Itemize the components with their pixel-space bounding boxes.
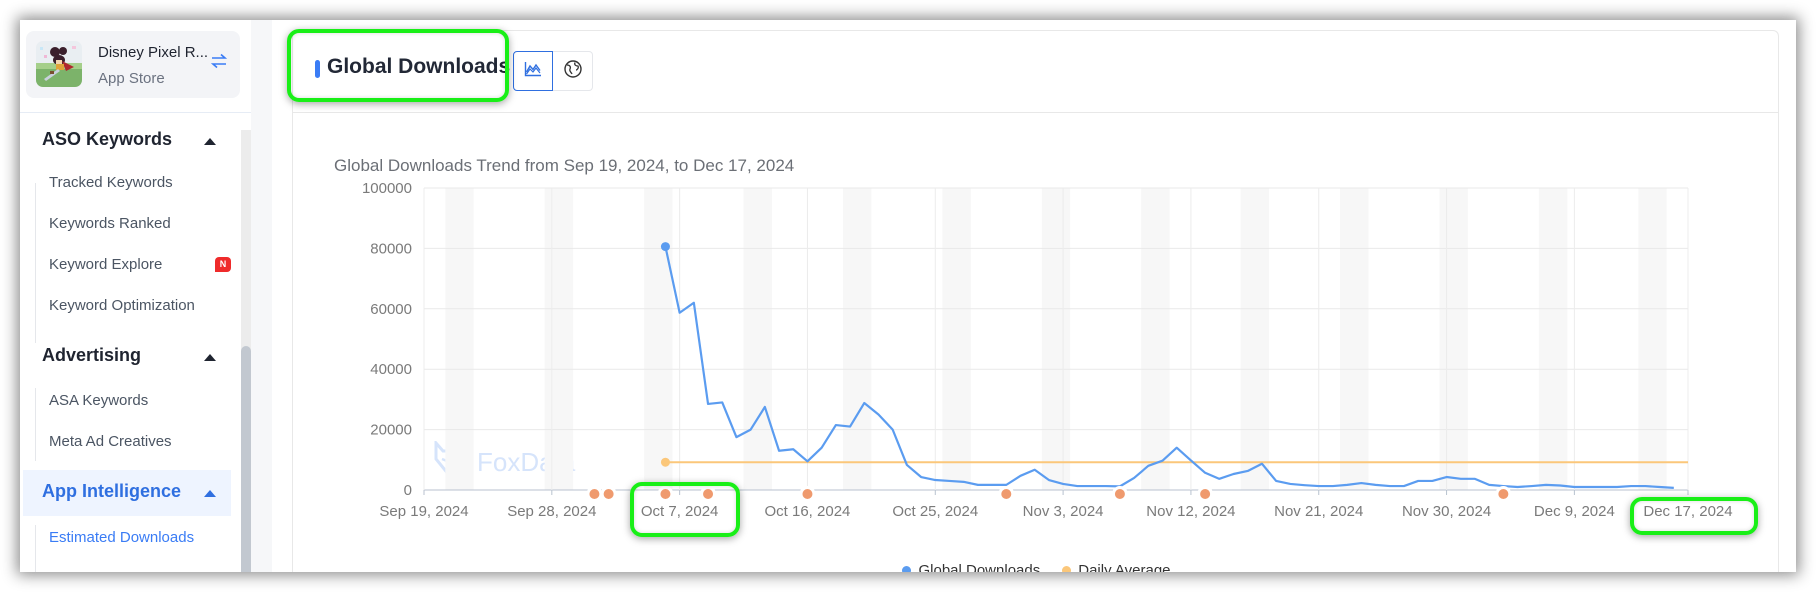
event-marker[interactable] <box>700 486 717 502</box>
weekend-band <box>1240 188 1270 490</box>
event-marker[interactable] <box>600 486 617 502</box>
weekend-band <box>1538 188 1568 490</box>
global-downloads-start-point <box>660 242 670 252</box>
weekend-band <box>1638 188 1667 490</box>
app-icon <box>36 41 82 87</box>
chart-legend: Global Downloads Daily Average <box>293 562 1780 572</box>
caret-up-icon[interactable] <box>204 490 216 497</box>
sidebar-item-tracked-keywords[interactable]: Tracked Keywords <box>49 174 173 191</box>
sidebar-item-meta-ad-creatives[interactable]: Meta Ad Creatives <box>49 433 172 450</box>
x-tick-label: Sep 28, 2024 <box>507 503 596 520</box>
menu-tree-line <box>35 183 36 343</box>
content-gutter <box>251 20 272 572</box>
event-marker[interactable] <box>586 486 603 502</box>
app-selector[interactable]: Disney Pixel R... App Store <box>26 31 240 98</box>
event-marker[interactable] <box>1197 486 1214 502</box>
weekend-band <box>1340 188 1369 490</box>
x-tick-label: Oct 7, 2024 <box>641 503 719 520</box>
x-tick-label: Nov 12, 2024 <box>1146 503 1235 520</box>
y-tick-label: 100000 <box>362 180 412 197</box>
sidebar-item-keyword-optimization[interactable]: Keyword Optimization <box>49 297 195 314</box>
daily-average-start-point <box>660 457 670 467</box>
x-tick-label: Nov 21, 2024 <box>1274 503 1363 520</box>
x-tick-label: Nov 3, 2024 <box>1023 503 1104 520</box>
event-marker[interactable] <box>998 486 1015 502</box>
app-name: Disney Pixel R... <box>98 44 209 61</box>
sidebar-item-asa-keywords[interactable]: ASA Keywords <box>49 392 148 409</box>
menu-section-advertising[interactable]: Advertising <box>42 345 141 366</box>
sidebar-item-keyword-explore[interactable]: Keyword Explore <box>49 256 162 273</box>
menu-section-aso-keywords[interactable]: ASO Keywords <box>42 129 172 150</box>
x-tick-label: Oct 25, 2024 <box>892 503 978 520</box>
weekend-band <box>743 188 772 490</box>
legend-label: Daily Average <box>1078 562 1171 572</box>
downloads-chart[interactable]: 0 20000 40000 60000 80000 100000 Sep 19, 2024 S… <box>293 31 1780 571</box>
x-tick-label: Dec 9, 2024 <box>1534 503 1615 520</box>
new-badge: N <box>215 257 231 272</box>
y-tick-label: 80000 <box>370 240 412 257</box>
legend-item-daily-average[interactable]: Daily Average <box>1062 562 1171 572</box>
sidebar-scrollbar-thumb[interactable] <box>241 346 251 572</box>
app-window: Disney Pixel R... App Store ASO Keywords… <box>20 20 1796 572</box>
legend-label: Global Downloads <box>918 562 1041 572</box>
event-marker[interactable] <box>657 486 674 502</box>
y-tick-label: 40000 <box>370 361 412 378</box>
event-marker[interactable] <box>1111 486 1128 502</box>
weekend-band <box>1439 188 1468 490</box>
y-tick-label: 0 <box>404 482 412 499</box>
sidebar-item-keywords-ranked[interactable]: Keywords Ranked <box>49 215 171 232</box>
event-marker[interactable] <box>1495 486 1512 502</box>
x-tick-label: Dec 17, 2024 <box>1643 503 1732 520</box>
weekend-band <box>942 188 971 490</box>
weekend-band <box>842 188 872 490</box>
caret-up-icon[interactable] <box>204 138 216 145</box>
menu-tree-line <box>35 525 36 572</box>
caret-up-icon[interactable] <box>204 354 216 361</box>
y-tick-label: 20000 <box>370 422 412 439</box>
weekend-band <box>1141 188 1170 490</box>
legend-dot-icon <box>902 566 912 572</box>
weekend-band <box>1041 188 1071 490</box>
menu-section-app-intelligence[interactable]: App Intelligence <box>42 481 181 502</box>
global-downloads-card: Global Downloads Global Downloads Trend … <box>292 30 1779 572</box>
menu-tree-line <box>35 388 36 461</box>
weekend-band <box>445 188 474 490</box>
sidebar: Disney Pixel R... App Store ASO Keywords… <box>20 20 251 572</box>
x-tick-label: Sep 19, 2024 <box>379 503 468 520</box>
legend-dot-icon <box>1062 566 1072 572</box>
weekend-band <box>544 188 574 490</box>
sidebar-item-estimated-downloads[interactable]: Estimated Downloads <box>49 529 194 546</box>
x-tick-label: Nov 30, 2024 <box>1402 503 1491 520</box>
weekend-band <box>644 188 673 490</box>
app-store-label: App Store <box>98 70 165 87</box>
sidebar-menu: ASO Keywords Tracked Keywords Keywords R… <box>20 113 241 572</box>
swap-icon[interactable] <box>210 53 228 69</box>
legend-item-global-downloads[interactable]: Global Downloads <box>902 562 1040 572</box>
y-tick-label: 60000 <box>370 301 412 318</box>
event-marker[interactable] <box>799 486 816 502</box>
x-tick-label: Oct 16, 2024 <box>765 503 851 520</box>
